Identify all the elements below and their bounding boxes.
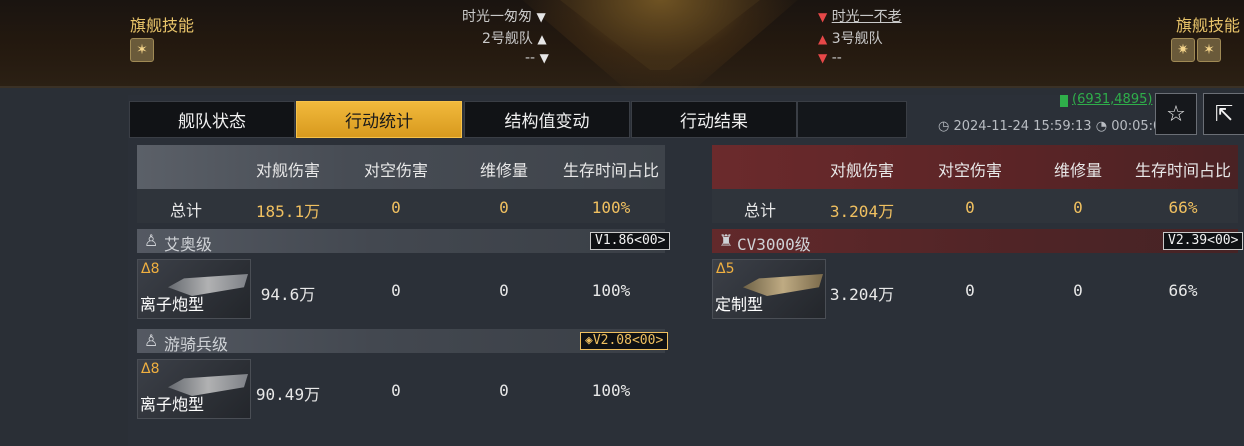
ship-type: 离子炮型 — [140, 395, 205, 414]
left-flagship-skill-icon[interactable]: ✶ — [130, 38, 154, 62]
right-total-air-damage: 0 — [965, 198, 975, 217]
left-class-row — [137, 229, 665, 253]
left-class-name: 游骑兵级 — [164, 335, 229, 354]
left-fleet-squad: 2号舰队 — [482, 31, 533, 47]
right-class-name: CV3000级 — [737, 235, 811, 254]
version-badge-highlight: ◈V2.08<00> — [580, 332, 669, 350]
ship-air-damage: 0 — [391, 381, 401, 400]
ship-class-icon: ♙ — [144, 231, 159, 250]
left-total-label: 总计 — [169, 201, 202, 220]
col-repair: 维修量 — [1053, 161, 1102, 180]
left-total-ship-damage: 185.1万 — [255, 202, 321, 221]
left-fleet-extra: -- — [525, 50, 536, 66]
ship-level: Δ5 — [716, 261, 735, 277]
ship-survival: 100% — [591, 381, 631, 400]
col-survival: 生存时间占比 — [1134, 161, 1231, 180]
right-flagship-skill-label: 旗舰技能 — [1176, 16, 1241, 35]
right-fleet-squad-row: ▲ 3号舰队 — [818, 28, 883, 48]
tab-action-result[interactable]: 行动结果 — [631, 101, 797, 138]
ship-level: Δ8 — [141, 361, 160, 377]
right-flagship-skill-icon-1[interactable]: ✷ — [1171, 38, 1195, 62]
left-fleet-squad-row: 2号舰队 ▲ — [482, 28, 547, 48]
location-pin-icon — [1060, 95, 1068, 107]
battle-timestamp: 2024-11-24 15:59:13 — [953, 119, 1092, 134]
battle-time-info: ◷ 2024-11-24 15:59:13 ◔ 00:05:04 — [938, 119, 1170, 134]
col-ship-damage: 对舰伤害 — [255, 161, 320, 180]
ship-air-damage: 0 — [965, 281, 975, 300]
double-chevron-down-icon: ▼ — [536, 10, 546, 24]
triple-chevron-down-icon: ▼ — [818, 51, 828, 65]
ship-class-icon: ♙ — [144, 331, 159, 350]
tab-fleet-status[interactable]: 舰队状态 — [129, 101, 295, 138]
triple-chevron-down-icon: ▼ — [539, 51, 549, 65]
chevron-up-icon: ▲ — [537, 32, 547, 46]
right-fleet-squad: 3号舰队 — [831, 31, 883, 47]
right-fleet-name[interactable]: 时光一不老 — [832, 9, 902, 25]
left-total-air-damage: 0 — [391, 198, 401, 217]
ship-repair: 0 — [499, 381, 509, 400]
right-total-survival: 66% — [1168, 198, 1198, 217]
right-total-ship-damage: 3.204万 — [829, 202, 895, 221]
right-fleet-name-row: ▼ 时光一不老 — [818, 6, 902, 26]
share-export-icon: ⇱ — [1214, 101, 1234, 127]
ship-survival: 66% — [1168, 281, 1198, 300]
ship-ship-damage: 94.6万 — [260, 285, 316, 304]
ship-repair: 0 — [499, 281, 509, 300]
star-icon: ☆ — [1166, 101, 1186, 127]
left-class-name: 艾奥级 — [164, 235, 213, 254]
ship-repair: 0 — [1073, 281, 1083, 300]
diamond-icon: ◈ — [585, 333, 593, 348]
share-button[interactable]: ⇱ — [1203, 93, 1244, 135]
right-flagship-skill-icon-2[interactable]: ✶ — [1197, 38, 1221, 62]
ship-class-icon: ♜ — [719, 231, 734, 250]
version-text: V2.08<00> — [592, 333, 664, 348]
tab-bar-filler — [797, 101, 907, 138]
chevron-up-icon: ▲ — [818, 32, 828, 46]
duration-icon: ◔ — [1095, 119, 1108, 134]
ship-type: 定制型 — [715, 295, 764, 314]
double-chevron-down-icon: ▼ — [818, 10, 828, 24]
tab-structure-change[interactable]: 结构值变动 — [464, 101, 630, 138]
tab-action-stats[interactable]: 行动统计 — [296, 101, 462, 138]
col-air-damage: 对空伤害 — [937, 161, 1002, 180]
ship-ship-damage: 90.49万 — [255, 385, 321, 404]
favorite-button[interactable]: ☆ — [1155, 93, 1197, 135]
version-badge: V1.86<00> — [590, 232, 671, 250]
left-fleet-name: 时光一匆匆 — [462, 9, 532, 25]
version-badge: V2.39<00> — [1163, 232, 1244, 250]
left-total-repair: 0 — [499, 198, 509, 217]
ship-survival: 100% — [591, 281, 631, 300]
ship-ship-damage: 3.204万 — [829, 285, 895, 304]
right-fleet-extra-row: ▼ -- — [818, 50, 842, 66]
col-repair: 维修量 — [479, 161, 528, 180]
left-flagship-skill-label: 旗舰技能 — [130, 16, 195, 35]
ship-type: 离子炮型 — [140, 295, 205, 314]
left-fleet-name-row: 时光一匆匆 ▼ — [462, 6, 546, 26]
col-ship-damage: 对舰伤害 — [829, 161, 894, 180]
right-fleet-extra: -- — [831, 50, 842, 66]
ship-air-damage: 0 — [391, 281, 401, 300]
col-air-damage: 对空伤害 — [363, 161, 428, 180]
left-fleet-extra-row: -- ▼ — [525, 50, 549, 66]
battle-coordinate-link[interactable]: (6931,4895) — [1072, 92, 1152, 107]
right-total-label: 总计 — [743, 201, 776, 220]
clock-icon: ◷ — [938, 119, 950, 134]
col-survival: 生存时间占比 — [562, 161, 659, 180]
ship-level: Δ8 — [141, 261, 160, 277]
left-total-survival: 100% — [591, 198, 631, 217]
right-total-repair: 0 — [1073, 198, 1083, 217]
